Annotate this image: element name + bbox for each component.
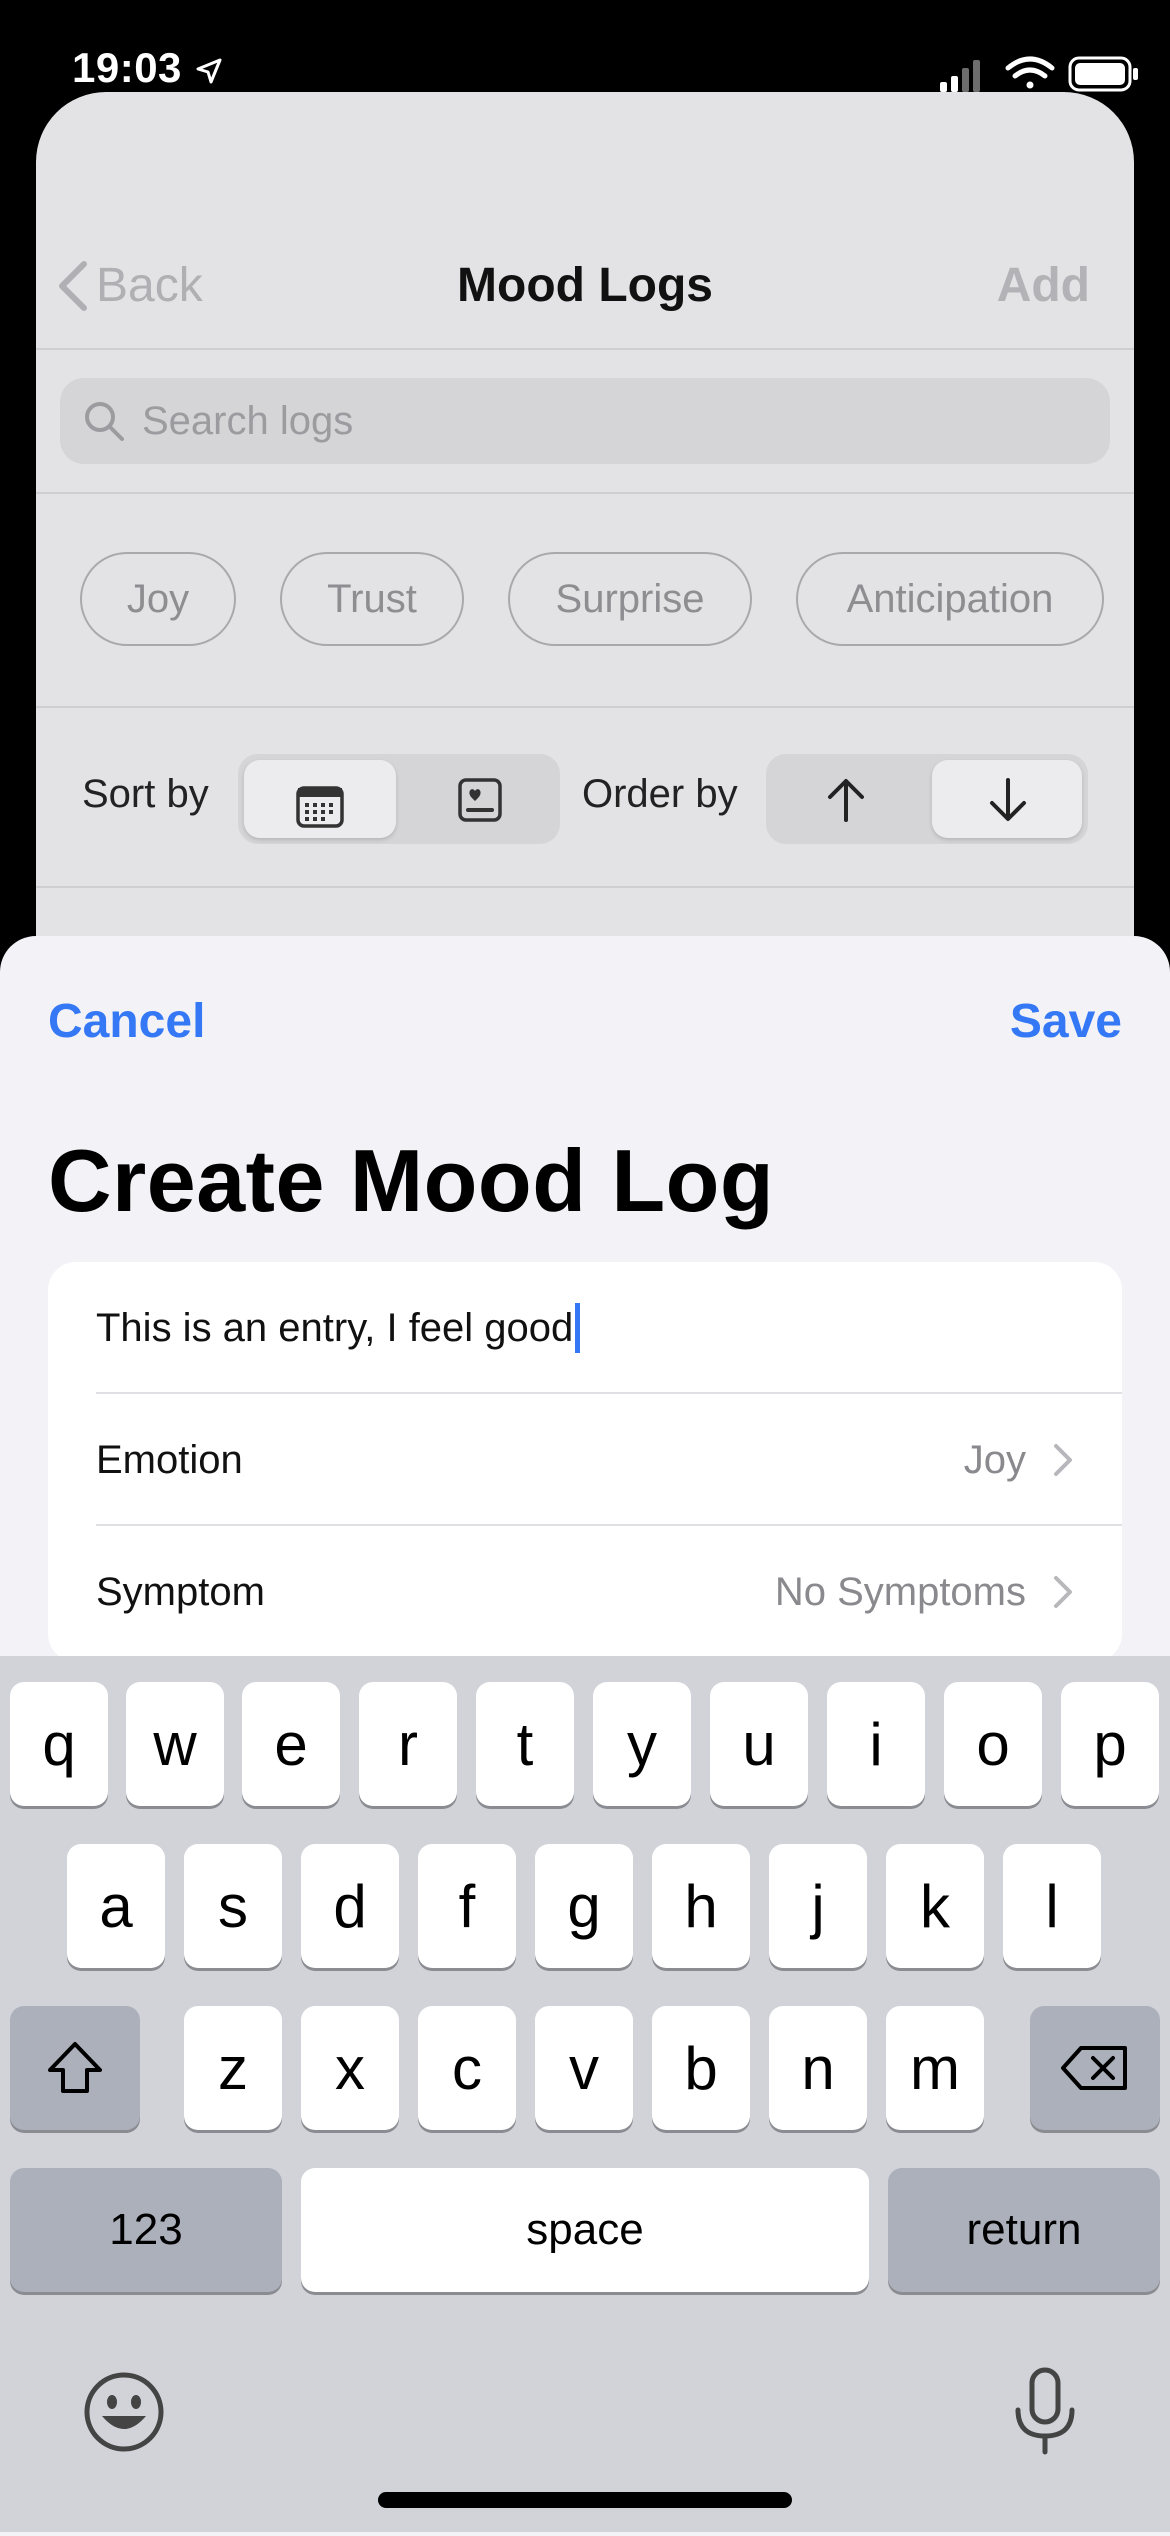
key-e[interactable]: e [242, 1682, 340, 1806]
key-z[interactable]: z [184, 2006, 282, 2130]
backspace-icon [1061, 2046, 1127, 2090]
key-u[interactable]: u [710, 1682, 808, 1806]
battery-icon [1068, 56, 1138, 92]
emotion-value: Joy [963, 1437, 1026, 1482]
emotion-row[interactable]: Emotion Joy [96, 1394, 1122, 1526]
sort-date-segment[interactable] [244, 760, 396, 838]
return-key[interactable]: return [888, 2168, 1160, 2292]
order-by-label: Order by [582, 772, 738, 816]
key-h[interactable]: h [652, 1844, 750, 1968]
key-f[interactable]: f [418, 1844, 516, 1968]
arrow-up-icon[interactable] [818, 772, 874, 828]
search-input[interactable]: Search logs [60, 378, 1110, 464]
entry-text-value: This is an entry, I feel good [96, 1305, 574, 1350]
chip-surprise[interactable]: Surprise [508, 552, 752, 646]
order-segmented-control[interactable] [766, 754, 1088, 844]
mood-log-form: This is an entry, I feel good Emotion Jo… [48, 1262, 1122, 1662]
shift-icon [48, 2042, 102, 2093]
key-v[interactable]: v [535, 2006, 633, 2130]
entry-text-field[interactable]: This is an entry, I feel good [96, 1262, 1122, 1394]
location-arrow-icon [196, 58, 222, 84]
wifi-icon [1005, 56, 1055, 89]
divider [36, 886, 1134, 888]
key-w[interactable]: w [126, 1682, 224, 1806]
text-cursor [575, 1303, 581, 1353]
key-c[interactable]: c [418, 2006, 516, 2130]
chip-trust[interactable]: Trust [280, 552, 464, 646]
key-p[interactable]: p [1061, 1682, 1159, 1806]
numbers-key[interactable]: 123 [10, 2168, 282, 2292]
microphone-icon[interactable] [1010, 2366, 1080, 2458]
backspace-key[interactable] [1030, 2006, 1160, 2130]
symptom-value: No Symptoms [774, 1569, 1026, 1614]
search-placeholder: Search logs [142, 398, 354, 443]
key-s[interactable]: s [184, 1844, 282, 1968]
key-a[interactable]: a [67, 1844, 165, 1968]
key-x[interactable]: x [301, 2006, 399, 2130]
chip-anticipation[interactable]: Anticipation [796, 552, 1104, 646]
save-button[interactable]: Save [1010, 994, 1122, 1049]
chip-joy[interactable]: Joy [80, 552, 236, 646]
key-m[interactable]: m [886, 2006, 984, 2130]
key-g[interactable]: g [535, 1844, 633, 1968]
key-y[interactable]: y [593, 1682, 691, 1806]
key-l[interactable]: l [1003, 1844, 1101, 1968]
cancel-button[interactable]: Cancel [48, 994, 205, 1049]
order-descending-segment[interactable] [932, 760, 1082, 838]
key-b[interactable]: b [652, 2006, 750, 2130]
status-time: 19:03 [72, 44, 224, 92]
home-indicator[interactable] [378, 2492, 792, 2508]
emoji-icon[interactable] [82, 2370, 166, 2454]
chevron-right-icon [1054, 1444, 1072, 1476]
key-r[interactable]: r [359, 1682, 457, 1806]
signal-icon [940, 60, 980, 92]
search-icon [85, 402, 124, 441]
key-n[interactable]: n [769, 2006, 867, 2130]
sort-segmented-control[interactable] [238, 754, 560, 844]
chevron-right-icon [1054, 1576, 1072, 1608]
key-i[interactable]: i [827, 1682, 925, 1806]
sort-by-label: Sort by [82, 772, 209, 816]
divider [36, 492, 1134, 494]
symptom-label: Symptom [96, 1569, 265, 1614]
key-t[interactable]: t [476, 1682, 574, 1806]
divider [36, 706, 1134, 708]
symptom-row[interactable]: Symptom No Symptoms [96, 1526, 1122, 1658]
divider [36, 348, 1134, 350]
shift-key[interactable] [10, 2006, 140, 2130]
key-j[interactable]: j [769, 1844, 867, 1968]
page-title: Mood Logs [457, 259, 713, 312]
calendar-icon [296, 786, 344, 828]
key-k[interactable]: k [886, 1844, 984, 1968]
emotion-label: Emotion [96, 1437, 243, 1482]
add-button[interactable]: Add [997, 258, 1090, 313]
arrow-down-icon [990, 778, 1026, 821]
keyboard: q w e r t y u i o p a s d f g h j k l z … [0, 1656, 1170, 2532]
key-q[interactable]: q [10, 1682, 108, 1806]
status-indicators [930, 54, 1170, 94]
key-d[interactable]: d [301, 1844, 399, 1968]
space-key[interactable]: space [301, 2168, 869, 2292]
sheet-title: Create Mood Log [48, 1131, 775, 1230]
key-o[interactable]: o [944, 1682, 1042, 1806]
mood-card-icon[interactable] [452, 772, 508, 828]
